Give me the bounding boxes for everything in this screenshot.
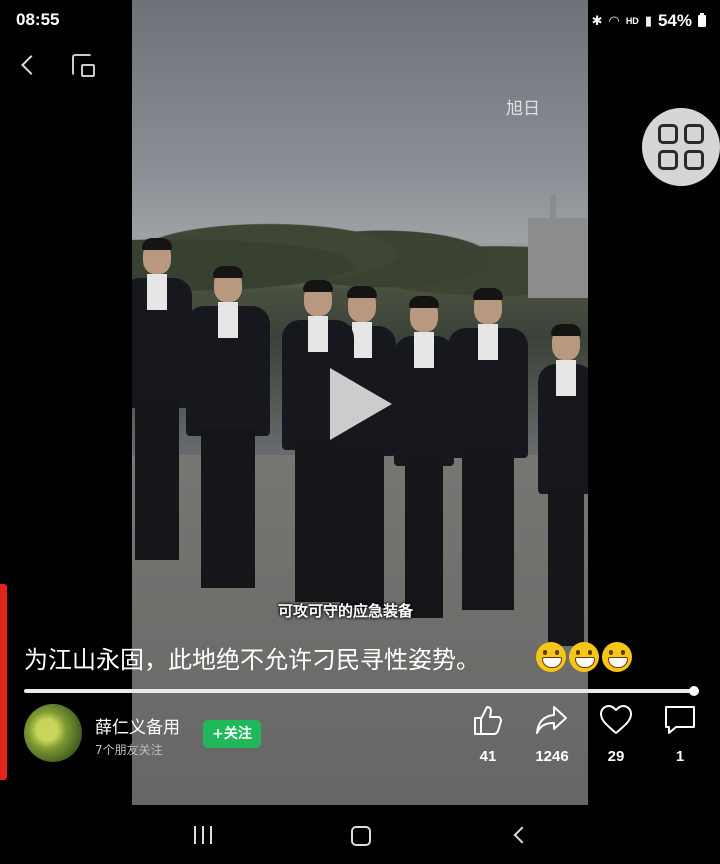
signal-icon: ▮ (644, 13, 652, 28)
back-button[interactable] (16, 52, 42, 80)
thumbs-up-icon (474, 706, 502, 735)
video-player[interactable]: 旭日 可攻可守的应急装备 (132, 0, 588, 805)
recents-icon-bar (202, 826, 204, 844)
status-time: 08:55 (16, 10, 60, 29)
share-button[interactable]: 1246 (522, 702, 582, 772)
post-emojis (536, 642, 632, 672)
video-progress-bar[interactable] (24, 689, 696, 693)
side-edge-indicator (0, 584, 7, 780)
video-watermark: 旭日 (506, 99, 540, 119)
author-name[interactable]: 薛仁义备用 (95, 713, 180, 738)
status-icons: ✱ ◠ HD ▮ 54% (592, 10, 706, 32)
picture-in-picture-button[interactable] (70, 54, 96, 78)
video-building (528, 194, 588, 298)
hd-badge: HD (625, 16, 639, 26)
picture-in-picture-inner (81, 64, 95, 77)
grid-icon-cell (684, 124, 704, 144)
nav-recents-button[interactable] (192, 826, 214, 844)
like-count: 41 (479, 748, 497, 765)
followers-text: 7个朋友关注 (95, 743, 163, 757)
battery-percent: 54% (657, 11, 692, 30)
share-count: 1246 (535, 748, 569, 765)
nav-back-button[interactable] (510, 826, 528, 844)
play-button[interactable] (330, 368, 392, 440)
like-button[interactable]: 41 (458, 702, 518, 772)
comment-count: 1 (675, 748, 685, 765)
grinning-face-icon (602, 642, 632, 672)
post-title: 为江山永固，此地绝不允许刁民寻性姿势。 (24, 646, 480, 674)
author-avatar[interactable] (24, 704, 82, 762)
comment-button[interactable]: 1 (650, 702, 710, 772)
video-subtitle: 可攻可守的应急装备 (278, 602, 414, 620)
bluetooth-icon: ✱ (591, 13, 603, 28)
recents-icon (194, 826, 196, 844)
grid-icon-cell (684, 150, 704, 170)
battery-icon (698, 13, 706, 27)
video-progress-handle[interactable] (689, 686, 699, 696)
follow-button[interactable]: +关注 (203, 720, 261, 748)
comment-icon (665, 706, 695, 734)
favorite-button[interactable]: 29 (586, 702, 646, 772)
grinning-face-icon (536, 642, 566, 672)
grinning-face-icon (569, 642, 599, 672)
heart-icon (600, 705, 632, 734)
floating-grid-button[interactable] (642, 108, 720, 186)
grid-icon (658, 124, 678, 144)
wifi-icon: ◠ (608, 13, 620, 28)
favorite-count: 29 (607, 748, 625, 765)
share-icon (536, 706, 567, 734)
recents-icon-bar (210, 826, 212, 844)
grid-icon-cell (658, 150, 678, 170)
nav-home-button[interactable] (351, 826, 371, 846)
